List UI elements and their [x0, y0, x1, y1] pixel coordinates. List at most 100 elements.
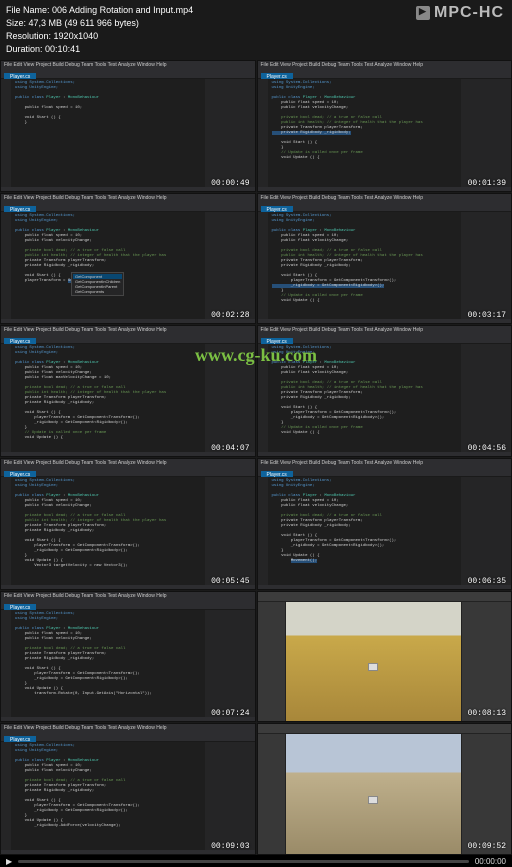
vs-side	[1, 79, 11, 187]
vs-body: using System.Collections; using UnityEng…	[1, 79, 255, 187]
thumbnail-1[interactable]: File Edit View Project Build Debug Team …	[0, 60, 256, 192]
thumbnail-11[interactable]: File Edit View Project Build Debug Team …	[0, 723, 256, 855]
intellisense-item[interactable]: GetComponentInParent	[73, 284, 122, 289]
vs-side	[1, 344, 11, 452]
vs-menubar: File Edit View Project Build Debug Team …	[1, 724, 255, 734]
vs-toolbar: Player.cs	[258, 469, 512, 477]
timestamp: 00:05:45	[211, 577, 249, 586]
vs-explorer	[205, 742, 255, 850]
timestamp: 00:08:13	[468, 709, 506, 718]
vs-body: using System.Collections; using UnityEng…	[258, 477, 512, 585]
scene-cube	[368, 796, 378, 804]
code-editor: using System.Collections; using UnityEng…	[11, 742, 205, 850]
scene-ground	[286, 602, 462, 722]
vs-explorer	[461, 79, 511, 187]
vs-side	[1, 742, 11, 850]
unity-body	[258, 734, 512, 854]
vs-toolbar: Player.cs	[1, 469, 255, 477]
seek-bar[interactable]	[18, 860, 469, 863]
timestamp: 00:04:07	[211, 444, 249, 453]
unity-inspector	[461, 734, 511, 854]
vs-menubar: File Edit View Project Build Debug Team …	[258, 459, 512, 469]
vs-toolbar: Player.cs	[258, 336, 512, 344]
vs-explorer	[205, 344, 255, 452]
thumbnail-9[interactable]: File Edit View Project Build Debug Team …	[0, 591, 256, 723]
vs-menubar: File Edit View Project Build Debug Team …	[258, 326, 512, 336]
vs-menubar: File Edit View Project Build Debug Team …	[1, 61, 255, 71]
code-editor: using System.Collections; using UnityEng…	[268, 79, 462, 187]
code-editor: using System.Collections; using UnityEng…	[11, 79, 205, 187]
intellisense-item[interactable]: GetComponentInChildren	[73, 279, 122, 284]
vs-side	[258, 212, 268, 320]
vs-explorer	[461, 344, 511, 452]
file-name-label: File Name:	[6, 5, 50, 15]
player-controls: ▶ 00:00:00	[0, 855, 512, 867]
vs-side	[1, 477, 11, 585]
vs-side	[258, 344, 268, 452]
timestamp: 00:02:28	[211, 311, 249, 320]
vs-body: using System.Collections; using UnityEng…	[258, 344, 512, 452]
thumbnail-3[interactable]: File Edit View Project Build Debug Team …	[0, 193, 256, 325]
vs-toolbar: Player.cs	[1, 734, 255, 742]
vs-body: using System.Collections; using UnityEng…	[1, 610, 255, 718]
duration-value: 00:10:41	[45, 44, 80, 54]
vs-toolbar: Player.cs	[258, 71, 512, 79]
resolution-label: Resolution:	[6, 31, 51, 41]
timestamp: 00:06:35	[468, 577, 506, 586]
thumbnail-2[interactable]: File Edit View Project Build Debug Team …	[257, 60, 512, 192]
vs-explorer	[205, 79, 255, 187]
intellisense-popup[interactable]: GetComponent GetComponentInChildren GetC…	[71, 272, 124, 296]
vs-explorer	[461, 212, 511, 320]
vs-body: using System.Collections; using UnityEng…	[258, 79, 512, 187]
code-editor: using System.Collections; using UnityEng…	[268, 344, 462, 452]
vs-menubar: File Edit View Project Build Debug Team …	[1, 194, 255, 204]
vs-body: using System.Collections; using UnityEng…	[258, 212, 512, 320]
intellisense-item[interactable]: GetComponents	[73, 289, 122, 294]
code-editor: using System.Collections; using UnityEng…	[11, 212, 205, 320]
vs-body: using System.Collections; using UnityEng…	[1, 344, 255, 452]
unity-hierarchy	[258, 734, 286, 854]
timestamp: 00:09:52	[468, 842, 506, 851]
vs-menubar: File Edit View Project Build Debug Team …	[1, 326, 255, 336]
vs-toolbar: Player.cs	[1, 336, 255, 344]
unity-inspector	[461, 602, 511, 722]
vs-side	[258, 477, 268, 585]
code-editor: using System.Collections; using UnityEng…	[11, 477, 205, 585]
vs-toolbar: Player.cs	[1, 204, 255, 212]
resolution-value: 1920x1040	[54, 31, 99, 41]
timestamp: 00:00:49	[211, 179, 249, 188]
thumbnail-10[interactable]: 00:08:13	[257, 591, 512, 723]
thumbnail-8[interactable]: File Edit View Project Build Debug Team …	[257, 458, 512, 590]
vs-menubar: File Edit View Project Build Debug Team …	[258, 61, 512, 71]
unity-scene-view	[286, 602, 462, 722]
play-button[interactable]: ▶	[6, 857, 12, 866]
file-info-header: MPC-HC File Name: 006 Adding Rotation an…	[0, 0, 512, 60]
timestamp: 00:01:39	[468, 179, 506, 188]
unity-hierarchy	[258, 602, 286, 722]
thumbnail-6[interactable]: File Edit View Project Build Debug Team …	[257, 325, 512, 457]
timestamp: 00:09:03	[211, 842, 249, 851]
vs-side	[1, 212, 11, 320]
vs-body: using System.Collections; using UnityEng…	[1, 742, 255, 850]
vs-menubar: File Edit View Project Build Debug Team …	[258, 194, 512, 204]
vs-explorer	[205, 477, 255, 585]
unity-body	[258, 602, 512, 722]
scene-ground	[286, 734, 462, 854]
size-value: 47,3 MB (49 611 966 bytes)	[29, 18, 139, 28]
vs-body: using System.Collections; using UnityEng…	[1, 212, 255, 320]
thumbnail-grid: File Edit View Project Build Debug Team …	[0, 60, 512, 855]
timestamp: 00:04:56	[468, 444, 506, 453]
size-label: Size:	[6, 18, 26, 28]
file-name-value: 006 Adding Rotation and Input.mp4	[52, 5, 193, 15]
vs-explorer	[461, 477, 511, 585]
thumbnail-4[interactable]: File Edit View Project Build Debug Team …	[257, 193, 512, 325]
thumbnail-12[interactable]: 00:09:52	[257, 723, 512, 855]
mpc-logo: MPC-HC	[416, 4, 504, 22]
thumbnail-7[interactable]: File Edit View Project Build Debug Team …	[0, 458, 256, 590]
unity-scene-view	[286, 734, 462, 854]
thumbnail-5[interactable]: File Edit View Project Build Debug Team …	[0, 325, 256, 457]
vs-menubar: File Edit View Project Build Debug Team …	[1, 592, 255, 602]
vs-body: using System.Collections; using UnityEng…	[1, 477, 255, 585]
timestamp: 00:07:24	[211, 709, 249, 718]
vs-toolbar: Player.cs	[258, 204, 512, 212]
